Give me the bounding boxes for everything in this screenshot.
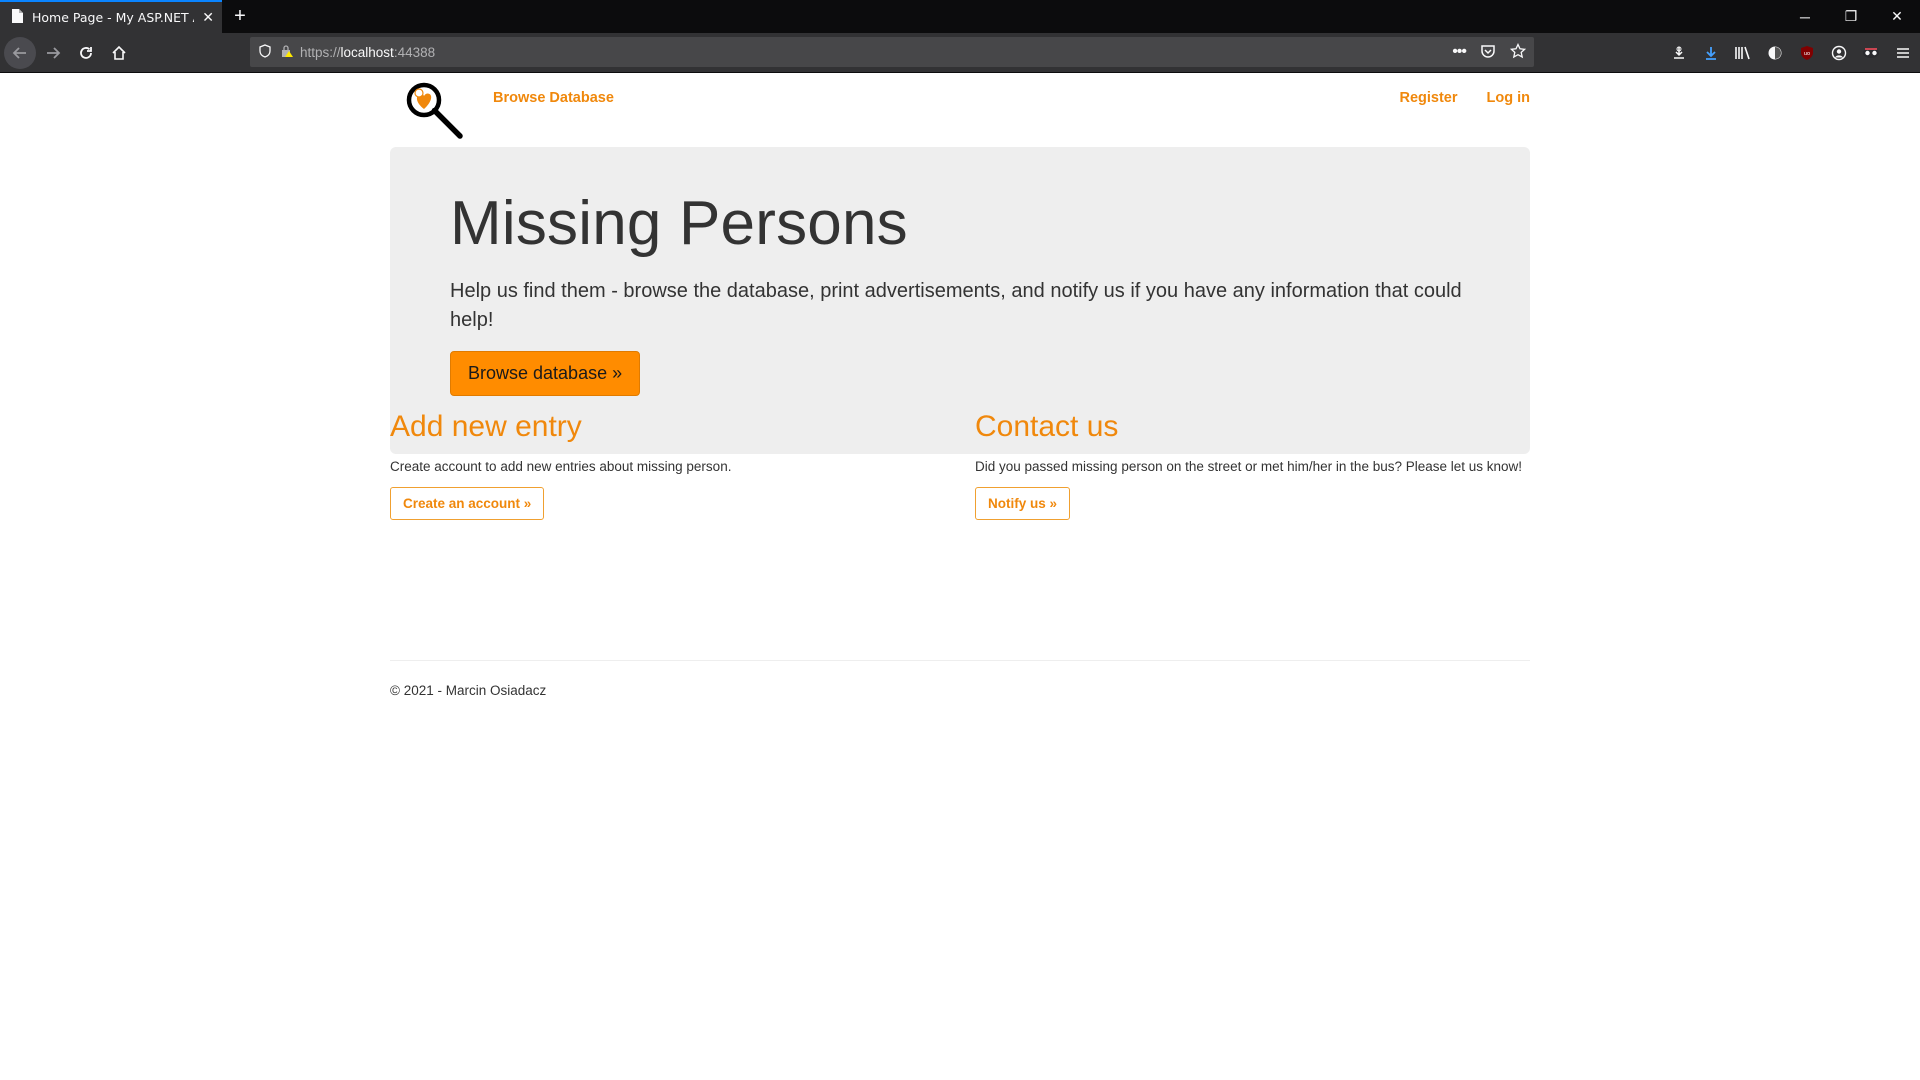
- nav-browse-database-link[interactable]: Browse Database: [493, 90, 614, 106]
- browser-toolbar: https://localhost:44388 ••• uo: [0, 33, 1920, 73]
- content-row: Add new entry Create account to add new …: [390, 410, 1530, 570]
- browse-database-button[interactable]: Browse database »: [450, 351, 641, 396]
- url-text: https://localhost:44388: [300, 45, 435, 60]
- url-host: localhost: [340, 44, 394, 60]
- close-tab-icon[interactable]: ✕: [202, 10, 214, 26]
- lock-warning-icon[interactable]: [280, 44, 294, 61]
- add-entry-text: Create account to add new entries about …: [390, 459, 732, 474]
- pocket-icon[interactable]: [1480, 43, 1496, 62]
- page-icon: [10, 8, 24, 28]
- close-window-button[interactable]: ✕: [1874, 0, 1920, 33]
- contact-column: Contact us Did you passed missing person…: [975, 410, 1530, 521]
- footer-divider: [390, 660, 1530, 661]
- home-button[interactable]: [103, 37, 135, 69]
- hero-lead: Help us find them - browse the database,…: [450, 280, 1462, 331]
- browser-tab-bar: Home Page - My ASP.NET Appl ✕ + ─ ❐ ✕: [0, 0, 1920, 33]
- toolbar-icons: uo: [1668, 37, 1914, 69]
- library-icon[interactable]: [1732, 42, 1754, 64]
- new-tab-button[interactable]: +: [222, 0, 258, 33]
- more-actions-icon[interactable]: •••: [1452, 43, 1467, 61]
- hero-title: Missing Persons: [450, 189, 908, 258]
- contact-heading: Contact us: [975, 410, 1119, 443]
- url-port: :44388: [393, 44, 436, 60]
- minimize-button[interactable]: ─: [1782, 0, 1828, 33]
- back-button[interactable]: [4, 36, 36, 69]
- magnifier-logo-icon[interactable]: [402, 78, 464, 140]
- create-account-button[interactable]: Create an account »: [390, 487, 545, 521]
- shield-icon[interactable]: [258, 43, 272, 61]
- address-bar[interactable]: https://localhost:44388 •••: [250, 37, 1534, 67]
- site-header: Browse Database Register Log in: [390, 74, 1530, 147]
- download-icon[interactable]: [1700, 42, 1722, 64]
- mask-extension-icon[interactable]: [1860, 42, 1882, 64]
- extension-icon[interactable]: [1668, 42, 1690, 64]
- browser-tab[interactable]: Home Page - My ASP.NET Appl ✕: [0, 0, 222, 33]
- notify-us-button[interactable]: Notify us »: [975, 487, 1071, 521]
- url-actions: •••: [1452, 37, 1527, 67]
- bookmark-star-icon[interactable]: [1509, 42, 1527, 62]
- hero-jumbotron: Missing Persons Help us find them - brow…: [390, 147, 1530, 454]
- restore-button[interactable]: ❐: [1828, 0, 1874, 33]
- contact-text: Did you passed missing person on the str…: [975, 459, 1523, 474]
- register-link[interactable]: Register: [1399, 90, 1457, 106]
- add-entry-column: Add new entry Create account to add new …: [390, 410, 945, 521]
- ublock-icon[interactable]: uo: [1796, 42, 1818, 64]
- account-icon[interactable]: [1828, 42, 1850, 64]
- forward-button[interactable]: [37, 37, 69, 69]
- add-entry-heading: Add new entry: [390, 410, 582, 443]
- svg-text:uo: uo: [1804, 51, 1810, 57]
- privacy-extension-icon[interactable]: [1764, 42, 1786, 64]
- footer-copyright: © 2021 - Marcin Osiadacz: [390, 683, 547, 698]
- url-protocol: https://: [300, 44, 341, 60]
- hamburger-menu-icon[interactable]: [1892, 42, 1914, 64]
- auth-links: Register Log in: [1399, 90, 1530, 106]
- reload-button[interactable]: [70, 37, 102, 69]
- web-page: Browse Database Register Log in Missing …: [0, 74, 1920, 1080]
- login-link[interactable]: Log in: [1487, 90, 1531, 106]
- window-controls: ─ ❐ ✕: [1782, 0, 1920, 33]
- tab-title: Home Page - My ASP.NET Appl: [32, 10, 194, 25]
